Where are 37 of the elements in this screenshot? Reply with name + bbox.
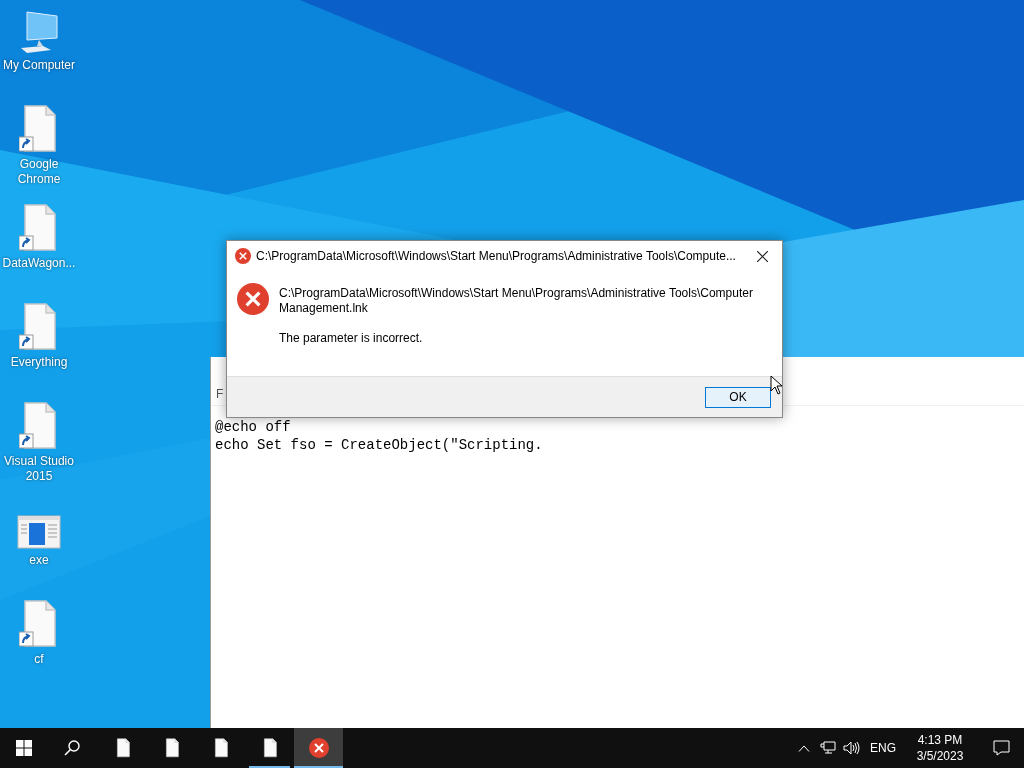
file-icon — [212, 738, 229, 758]
close-icon — [756, 250, 768, 262]
desktop-icon-label[interactable]: exe — [29, 553, 49, 568]
taskbar-app-button[interactable] — [294, 728, 343, 768]
dialog-title: C:\ProgramData\Microsoft\Windows\Start Menu\Programs\Administrative Tools\Compute... — [256, 248, 736, 265]
shortcut-file-icon — [19, 600, 59, 648]
error-icon — [308, 738, 329, 758]
speaker-icon — [843, 741, 861, 755]
application-window-icon — [17, 515, 61, 549]
error-message: The parameter is incorrect. — [279, 331, 424, 346]
desktop-icon-label[interactable]: Everything — [10, 355, 68, 370]
desktop-icon-label[interactable]: DataWagon... — [2, 256, 76, 271]
clock[interactable]: 4:13 PM 3/5/2023 — [902, 728, 978, 768]
file-icon — [114, 738, 131, 758]
ok-button[interactable]: OK — [705, 386, 771, 408]
desktop-icon-label[interactable]: Google Chrome — [0, 157, 78, 187]
code-line: @echo off — [215, 418, 291, 436]
file-path-text: C:\ProgramData\Microsoft\Windows\Start Menu\Programs\Administrative Tools\Computer Management.lnk — [279, 286, 754, 316]
error-icon — [237, 283, 269, 315]
error-icon — [235, 248, 251, 264]
desktop-icon-label[interactable]: cf — [34, 652, 44, 667]
file-icon — [261, 738, 278, 758]
search-icon — [64, 740, 80, 756]
shortcut-file-icon — [19, 303, 59, 351]
caret-up-icon — [798, 744, 810, 752]
windows-logo-icon — [16, 740, 32, 756]
file-icon — [163, 738, 180, 758]
menu-item[interactable]: F — [216, 384, 224, 403]
network-icon — [820, 741, 836, 755]
code-line: echo Set fso = CreateObject("Scripting. — [215, 436, 543, 454]
desktop-icon-label[interactable]: Visual Studio 2015 — [0, 454, 78, 484]
desktop-icon-label[interactable]: My Computer — [3, 58, 75, 73]
notification-icon — [992, 740, 1010, 756]
language-indicator[interactable]: ENG — [864, 728, 902, 768]
shortcut-file-icon — [19, 204, 59, 252]
shortcut-file-icon — [19, 402, 59, 450]
shortcut-file-icon — [19, 105, 59, 153]
